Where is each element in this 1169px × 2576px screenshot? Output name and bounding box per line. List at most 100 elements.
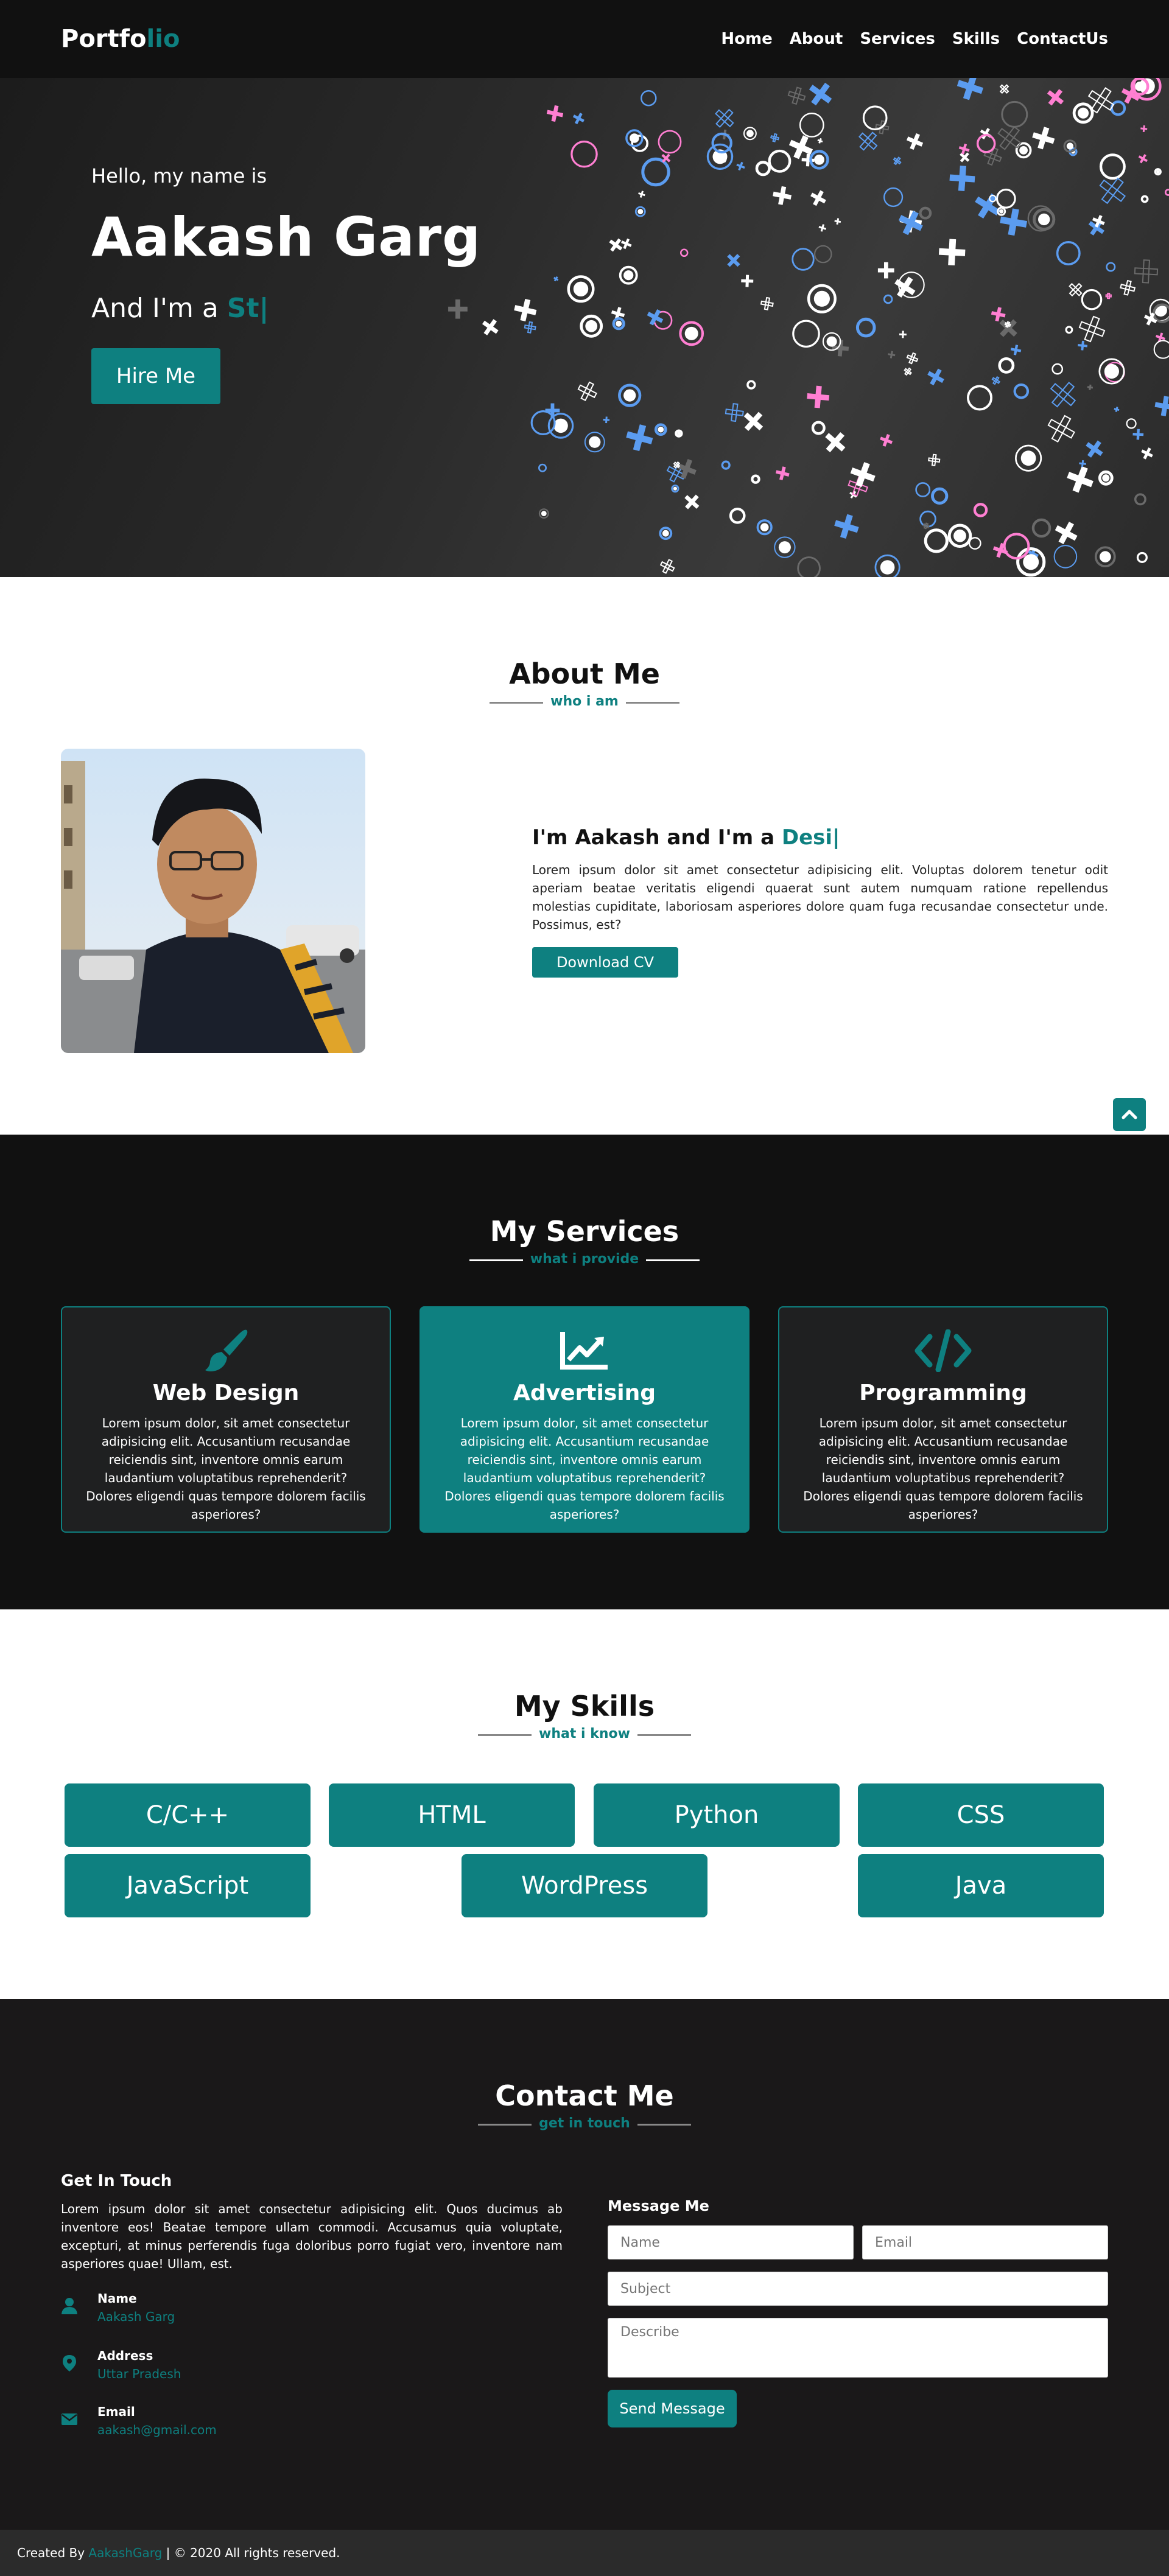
hero-particle <box>1138 154 1148 164</box>
about-section: About Me who i am I'm Aakash and I'm a D… <box>0 577 1169 1135</box>
hero-particle <box>729 507 746 524</box>
hero-particle <box>1099 153 1126 180</box>
hero-particle <box>1003 533 1030 560</box>
scroll-to-top-button[interactable] <box>1113 1098 1146 1131</box>
email-input[interactable] <box>862 2225 1108 2259</box>
send-message-button[interactable]: Send Message <box>608 2390 737 2427</box>
hero-particle <box>715 108 734 128</box>
hero-particle <box>1056 241 1081 265</box>
hero-particle <box>1055 522 1078 545</box>
hero-particle <box>538 508 549 519</box>
about-heading: I'm Aakash and I'm a Desi| <box>532 825 1108 850</box>
map-marker-icon <box>63 2355 76 2371</box>
hero-particle <box>1120 279 1136 296</box>
service-card-programming[interactable]: Programming Lorem ipsum dolor, sit amet … <box>778 1306 1108 1533</box>
hero-particle <box>659 559 675 574</box>
hero-particle <box>980 128 992 139</box>
nav-item-contact[interactable]: ContactUs <box>1017 30 1108 48</box>
contact-info-value[interactable]: aakash@gmail.com <box>97 2423 217 2437</box>
hero-particle <box>736 161 745 171</box>
hero-particle <box>938 239 966 266</box>
hero-particle <box>915 482 931 497</box>
hero-particle <box>888 351 896 359</box>
hero-particle <box>807 284 837 313</box>
hero-particle <box>609 238 623 252</box>
hero-particle <box>899 331 907 338</box>
hero-particle <box>1078 340 1088 351</box>
hero-particle <box>721 460 731 470</box>
chart-line-icon <box>443 1326 726 1376</box>
nav-item-services[interactable]: Services <box>860 30 935 48</box>
hero-role-typed: St| <box>226 293 269 324</box>
hero-particle <box>858 131 878 151</box>
name-input[interactable] <box>608 2225 854 2259</box>
hero-particle <box>966 385 993 411</box>
subject-input[interactable] <box>608 2272 1108 2306</box>
about-subtitle-wrap: who i am <box>0 694 1169 709</box>
describe-textarea[interactable] <box>608 2318 1108 2378</box>
hero-particle <box>1050 382 1076 408</box>
contact-info-value: Aakash Garg <box>97 2309 175 2324</box>
hire-me-button[interactable]: Hire Me <box>91 348 220 404</box>
hero-particle <box>684 494 700 509</box>
services-section: My Services what i provide Web Design Lo… <box>0 1135 1169 1609</box>
hero-particle <box>1001 100 1028 128</box>
hero-particle <box>577 381 597 402</box>
hero-particle <box>792 320 820 348</box>
hero-particle <box>834 514 859 539</box>
hero-particle <box>904 367 912 376</box>
footer-author-link[interactable]: AakashGarg <box>88 2546 162 2560</box>
services-subtitle: what i provide <box>530 1251 639 1267</box>
hero-particle <box>924 528 949 553</box>
footer: Created By AakashGarg | © 2020 All right… <box>0 2530 1169 2576</box>
hero-particle <box>751 474 760 484</box>
hero-particle <box>811 421 826 435</box>
hero-particle <box>807 385 830 408</box>
hero-particle <box>862 105 888 131</box>
hero-particle <box>675 429 683 438</box>
hero-particle <box>1154 168 1162 176</box>
hero-particle <box>1098 470 1114 486</box>
service-card-title: Web Design <box>152 1381 300 1405</box>
footer-suffix: | © 2020 All rights reserved. <box>162 2546 340 2560</box>
contact-info-value: Uttar Pradesh <box>97 2367 181 2381</box>
hero-particle <box>659 527 673 541</box>
nav-item-about[interactable]: About <box>790 30 843 48</box>
hero-particle <box>1013 383 1030 399</box>
hero-particle <box>546 105 564 122</box>
hero-particle <box>711 132 732 154</box>
hero-particle <box>1126 418 1137 429</box>
hero-particle <box>514 298 537 322</box>
hero-particle <box>727 254 740 267</box>
hero-particle <box>572 113 584 125</box>
hero-particle <box>1015 444 1042 472</box>
skill-javascript: JavaScript <box>65 1854 311 1917</box>
nav-item-home[interactable]: Home <box>721 30 772 48</box>
hero-particle <box>603 416 610 424</box>
hero-particle <box>741 275 754 287</box>
skill-python: Python <box>594 1783 840 1847</box>
about-heading-prefix: I'm Aakash and I'm a <box>532 825 782 850</box>
hero-particle <box>991 307 1006 322</box>
hero-particle <box>538 463 547 472</box>
hero-particle <box>1154 396 1169 416</box>
download-cv-button[interactable]: Download CV <box>532 947 678 978</box>
footer-prefix: Created By <box>17 2546 89 2560</box>
hero-particle <box>775 466 790 480</box>
envelope-icon <box>61 2413 77 2425</box>
hero-particle <box>919 206 932 220</box>
nav-item-skills[interactable]: Skills <box>952 30 1000 48</box>
skill-wordpress: WordPress <box>462 1854 707 1917</box>
hero-particle <box>1065 326 1073 334</box>
hero-particle <box>626 424 653 452</box>
contact-subtitle-wrap: get in touch <box>0 2116 1169 2131</box>
skill-css: CSS <box>858 1783 1104 1847</box>
hero-particle <box>553 276 559 282</box>
service-card-web-design[interactable]: Web Design Lorem ipsum dolor, sit amet c… <box>61 1306 391 1533</box>
service-card-text: Lorem ipsum dolor, sit amet consectetur … <box>444 1416 725 1522</box>
hero-particle <box>671 485 679 493</box>
logo-main: Portfo <box>61 25 147 53</box>
hero-particle <box>679 248 689 257</box>
logo[interactable]: Portfolio <box>61 25 180 53</box>
service-card-advertising[interactable]: Advertising Lorem ipsum dolor, sit amet … <box>420 1306 749 1533</box>
